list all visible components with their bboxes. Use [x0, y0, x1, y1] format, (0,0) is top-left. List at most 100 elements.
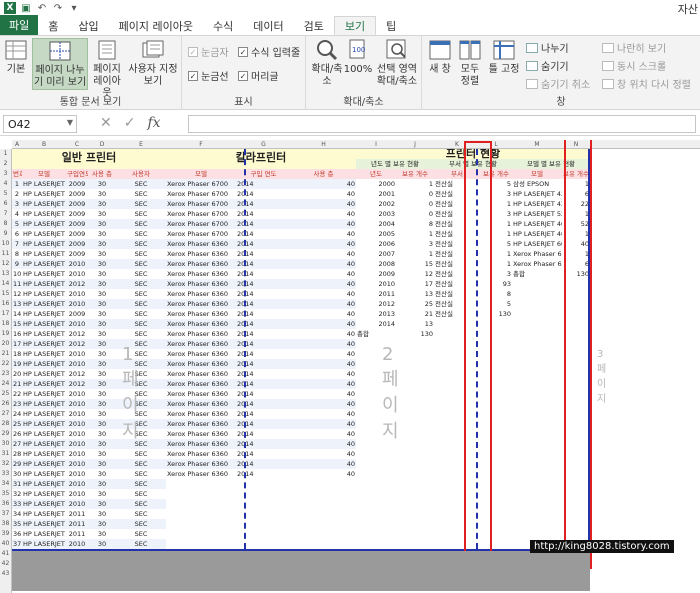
general-row-cell[interactable]: 30 — [88, 539, 116, 549]
row-header-10[interactable]: 10 — [0, 239, 11, 249]
year-row-count[interactable]: 0 — [396, 209, 434, 219]
general-row-cell[interactable]: 2012 — [66, 329, 88, 339]
color-row-model[interactable]: Xerox Phaser 6360 — [166, 399, 236, 409]
year-row-count[interactable]: 13 — [396, 319, 434, 329]
general-row-cell[interactable]: 2010 — [66, 359, 88, 369]
general-row-cell[interactable]: 2010 — [66, 469, 88, 479]
tab-home[interactable]: 홈 — [38, 16, 68, 35]
year-row-year[interactable]: 2007 — [356, 249, 396, 259]
customize-qat-icon[interactable]: ▾ — [68, 2, 80, 14]
name-box[interactable]: O42 ▼ — [3, 115, 77, 133]
row-header-37[interactable]: 37 — [0, 509, 11, 519]
color-row-floor[interactable]: 40 — [291, 349, 356, 359]
color-row-model[interactable]: Xerox Phaser 6360 — [166, 309, 236, 319]
general-row-cell[interactable]: 9 — [12, 259, 22, 269]
color-row-model[interactable]: Xerox Phaser 6700 — [166, 199, 236, 209]
color-row-model[interactable]: Xerox Phaser 6360 — [166, 389, 236, 399]
row-header-15[interactable]: 15 — [0, 289, 11, 299]
color-row-model[interactable]: Xerox Phaser 6700 — [166, 179, 236, 189]
general-row-cell[interactable]: SEC — [116, 229, 166, 239]
general-row-cell[interactable]: 33 — [12, 499, 22, 509]
general-row-cell[interactable]: HP LASERJET 4014 — [22, 459, 66, 469]
general-row-cell[interactable]: 22 — [12, 389, 22, 399]
row-header-11[interactable]: 11 — [0, 249, 11, 259]
column-header-d[interactable]: D — [88, 141, 116, 148]
ruler-checkbox[interactable]: ✓ 눈금자 — [188, 44, 229, 59]
general-row-cell[interactable]: HP LASERJET 4014 — [22, 399, 66, 409]
row-header-34[interactable]: 34 — [0, 479, 11, 489]
general-row-cell[interactable]: 35 — [12, 519, 22, 529]
color-row-model[interactable]: Xerox Phaser 6360 — [166, 459, 236, 469]
color-row-model[interactable]: Xerox Phaser 6360 — [166, 239, 236, 249]
row-header-29[interactable]: 29 — [0, 429, 11, 439]
general-row-cell[interactable]: 2011 — [66, 509, 88, 519]
general-row-cell[interactable]: 30 — [88, 499, 116, 509]
color-row-model[interactable]: Xerox Phaser 6360 — [166, 349, 236, 359]
general-row-cell[interactable]: HP LASERJET 4014 — [22, 369, 66, 379]
column-header-a[interactable]: A — [12, 141, 22, 148]
general-row-cell[interactable]: SEC — [116, 259, 166, 269]
general-row-cell[interactable]: 30 — [88, 259, 116, 269]
tab-formulas[interactable]: 수식 — [203, 16, 243, 35]
tab-page-layout[interactable]: 페이지 레이아웃 — [109, 16, 203, 35]
general-row-cell[interactable]: 2011 — [66, 529, 88, 539]
general-row-cell[interactable]: HP LASERJET 4014 — [22, 209, 66, 219]
unhide-button[interactable]: 숨기기 취소 — [526, 76, 590, 91]
general-row-cell[interactable]: HP LASERJET 4014 — [22, 469, 66, 479]
general-row-cell[interactable]: 2009 — [66, 229, 88, 239]
tab-data[interactable]: 데이터 — [243, 16, 293, 35]
general-row-cell[interactable]: 15 — [12, 319, 22, 329]
general-row-cell[interactable]: 30 — [88, 399, 116, 409]
header-color[interactable]: 사용 층 — [291, 169, 356, 179]
color-row-model[interactable]: Xerox Phaser 6360 — [166, 319, 236, 329]
general-row-cell[interactable]: HP LASERJET 4014 — [22, 299, 66, 309]
row-header-33[interactable]: 33 — [0, 469, 11, 479]
color-row-model[interactable]: Xerox Phaser 6360 — [166, 439, 236, 449]
general-row-cell[interactable]: 2010 — [66, 539, 88, 549]
header-year[interactable]: 보유 개수 — [396, 169, 434, 179]
model-row-name[interactable]: HP LASERJET 401 — [512, 229, 562, 239]
redo-icon[interactable]: ↷ — [52, 2, 64, 14]
row-header-35[interactable]: 35 — [0, 489, 11, 499]
general-row-cell[interactable]: 2010 — [66, 499, 88, 509]
model-row-name[interactable]: HP LASERJET 425 — [512, 199, 562, 209]
row-header-41[interactable]: 41 — [0, 549, 11, 559]
row-header-27[interactable]: 27 — [0, 409, 11, 419]
general-row-cell[interactable]: SEC — [116, 519, 166, 529]
general-row-cell[interactable]: 12 — [12, 289, 22, 299]
general-row-cell[interactable]: HP LASERJET 4014 — [22, 309, 66, 319]
row-header-38[interactable]: 38 — [0, 519, 11, 529]
column-header-e[interactable]: E — [116, 141, 166, 148]
row-header-32[interactable]: 32 — [0, 459, 11, 469]
row-header-18[interactable]: 18 — [0, 319, 11, 329]
enter-icon[interactable]: ✓ — [124, 115, 136, 131]
title-color-printer[interactable]: 칼라프린터 — [166, 149, 356, 169]
general-row-cell[interactable]: 30 — [88, 419, 116, 429]
model-row-name[interactable]: 총합 — [512, 269, 562, 279]
row-header-36[interactable]: 36 — [0, 499, 11, 509]
general-row-cell[interactable]: 27 — [12, 439, 22, 449]
row-header-13[interactable]: 13 — [0, 269, 11, 279]
color-row-floor[interactable]: 40 — [291, 259, 356, 269]
general-row-cell[interactable]: HP LASERJET 4014 — [22, 259, 66, 269]
color-row-model[interactable]: Xerox Phaser 6700 — [166, 219, 236, 229]
general-row-cell[interactable]: 8 — [12, 249, 22, 259]
year-row-count[interactable]: 17 — [396, 279, 434, 289]
row-header-39[interactable]: 39 — [0, 529, 11, 539]
color-row-floor[interactable]: 40 — [291, 439, 356, 449]
general-row-cell[interactable]: 21 — [12, 379, 22, 389]
general-row-cell[interactable]: 32 — [12, 489, 22, 499]
header-year[interactable]: 년도 — [356, 169, 396, 179]
color-row-floor[interactable]: 40 — [291, 219, 356, 229]
worksheet[interactable]: ABCDEFGHIJKLMN 1 2 3 4 5 6 7 8 9 10 11 12 13 14 15 16 17… — [0, 140, 700, 593]
zoom-button[interactable]: 확대/축소 — [310, 38, 344, 88]
color-row-model[interactable]: Xerox Phaser 6360 — [166, 249, 236, 259]
general-row-cell[interactable]: 30 — [88, 409, 116, 419]
general-row-cell[interactable]: 2010 — [66, 389, 88, 399]
color-row-model[interactable]: Xerox Phaser 6360 — [166, 339, 236, 349]
color-row-floor[interactable]: 40 — [291, 269, 356, 279]
general-row-cell[interactable]: SEC — [116, 249, 166, 259]
row-header-43[interactable]: 43 — [0, 569, 11, 579]
header-color[interactable]: 모델 — [166, 169, 236, 179]
year-row-year[interactable]: 2013 — [356, 309, 396, 319]
